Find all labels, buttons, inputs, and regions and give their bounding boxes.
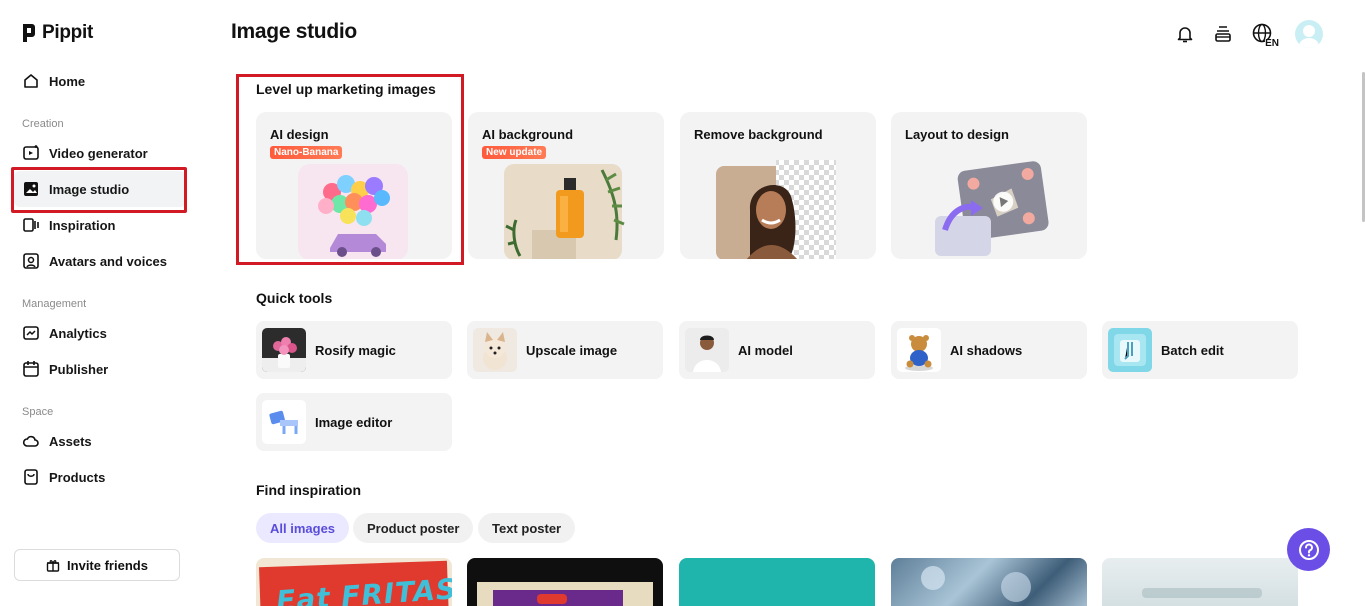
tile-horizon xyxy=(1142,588,1262,598)
cloud-icon xyxy=(22,435,39,447)
layout-design-image xyxy=(935,161,1049,256)
inspiration-tile[interactable]: Eat FRITAS! xyxy=(256,558,452,606)
app-logo[interactable]: Pippit xyxy=(22,22,93,44)
gift-icon xyxy=(46,560,60,572)
subscription-button[interactable] xyxy=(1211,22,1235,46)
tool-upscale-image[interactable]: Upscale image xyxy=(467,321,663,379)
badge-nano-banana: Nano-Banana xyxy=(270,146,343,159)
tool-label: AI model xyxy=(738,342,793,358)
tool-label: Image editor xyxy=(315,414,393,430)
quick-tools-heading: Quick tools xyxy=(256,290,333,306)
notifications-button[interactable] xyxy=(1173,22,1197,46)
inspiration-tile[interactable] xyxy=(891,558,1087,606)
invite-friends-label: Invite friends xyxy=(67,557,148,573)
home-icon xyxy=(24,74,38,88)
stack-icon xyxy=(1215,26,1231,42)
inspiration-tile[interactable] xyxy=(1102,558,1298,606)
filter-chip-text-poster[interactable]: Text poster xyxy=(478,513,576,543)
image-studio-icon xyxy=(24,182,38,196)
perfume-bottle-image xyxy=(504,164,625,259)
app-name: Pippit xyxy=(42,22,93,43)
bell-icon xyxy=(1177,27,1193,43)
tool-label: Rosify magic xyxy=(315,342,396,358)
tool-rosify-magic[interactable]: Rosify magic xyxy=(256,321,452,379)
sidebar-item-label: Analytics xyxy=(49,325,107,341)
marketing-heading: Level up marketing images xyxy=(256,81,436,97)
feature-card-ai-design[interactable]: AI design Nano-Banana xyxy=(256,112,452,259)
tool-ai-model[interactable]: AI model xyxy=(679,321,875,379)
feature-card-ai-background[interactable]: AI background New update xyxy=(468,112,664,259)
batch-edit-thumbnail xyxy=(1108,328,1152,372)
sidebar-item-products[interactable]: Products xyxy=(14,459,186,495)
avatar-voice-icon xyxy=(23,253,39,269)
tool-label: Upscale image xyxy=(526,342,618,358)
calendar-icon xyxy=(23,361,39,377)
sidebar-item-label: Avatars and voices xyxy=(49,253,168,269)
tool-image-editor[interactable]: Image editor xyxy=(256,393,452,451)
sidebar-item-video-generator[interactable]: Video generator xyxy=(14,135,186,171)
help-button[interactable] xyxy=(1287,528,1330,571)
sidebar: Pippit Home Creation Video generator Ima… xyxy=(0,0,200,606)
language-code: EN xyxy=(1265,38,1279,49)
invite-friends-button[interactable]: Invite friends xyxy=(14,549,180,581)
inspiration-icon xyxy=(23,218,39,232)
rosify-thumbnail xyxy=(262,328,306,372)
top-bar-actions: EN xyxy=(1173,20,1323,49)
feature-card-remove-background[interactable]: Remove background xyxy=(680,112,876,259)
filter-chip-product-poster[interactable]: Product poster xyxy=(353,513,474,543)
sidebar-item-analytics[interactable]: Analytics xyxy=(14,315,186,351)
section-label-management: Management xyxy=(22,298,87,310)
question-mark-icon xyxy=(1298,539,1319,560)
sidebar-item-label: Video generator xyxy=(49,145,148,161)
user-avatar[interactable] xyxy=(1295,20,1323,48)
video-generator-icon xyxy=(23,145,39,160)
language-selector[interactable]: EN xyxy=(1249,20,1279,49)
sidebar-item-label: Inspiration xyxy=(49,217,116,233)
sidebar-item-image-studio[interactable]: Image studio xyxy=(14,171,186,207)
sidebar-item-label: Products xyxy=(49,469,106,485)
woman-portrait-image xyxy=(716,160,836,259)
tool-label: Batch edit xyxy=(1161,342,1224,358)
tile-highlight xyxy=(921,566,945,590)
page-title: Image studio xyxy=(231,20,357,43)
sidebar-item-home[interactable]: Home xyxy=(14,63,186,99)
feature-card-title: AI background xyxy=(482,127,574,142)
tool-label: AI shadows xyxy=(950,342,1023,358)
tile-red-mark xyxy=(537,594,567,604)
section-label-space: Space xyxy=(22,406,54,418)
feature-card-title: Remove background xyxy=(694,127,823,142)
inspiration-tile[interactable] xyxy=(467,558,663,606)
feature-card-layout-to-design[interactable]: Layout to design xyxy=(891,112,1087,259)
image-editor-thumbnail xyxy=(262,400,306,444)
upscale-thumbnail xyxy=(473,328,517,372)
sidebar-item-avatars-voices[interactable]: Avatars and voices xyxy=(14,243,186,279)
section-label-creation: Creation xyxy=(22,118,64,130)
tool-ai-shadows[interactable]: AI shadows xyxy=(891,321,1087,379)
ai-model-thumbnail xyxy=(685,328,729,372)
tool-batch-edit[interactable]: Batch edit xyxy=(1102,321,1298,379)
inspiration-heading: Find inspiration xyxy=(256,482,361,498)
sidebar-item-label: Home xyxy=(49,73,86,89)
ai-shadows-thumbnail xyxy=(897,328,941,372)
badge-new-update: New update xyxy=(482,146,547,159)
feature-card-title: AI design xyxy=(270,127,329,142)
analytics-icon xyxy=(23,326,39,340)
inspiration-tile[interactable] xyxy=(679,558,875,606)
feature-card-title: Layout to design xyxy=(905,127,1009,142)
tile-highlight xyxy=(1001,572,1031,602)
sidebar-item-publisher[interactable]: Publisher xyxy=(14,351,186,387)
product-box-icon xyxy=(24,469,38,485)
filter-chip-all-images[interactable]: All images xyxy=(256,513,350,543)
sidebar-item-assets[interactable]: Assets xyxy=(14,423,186,459)
sidebar-item-label: Assets xyxy=(49,433,92,449)
sidebar-item-label: Publisher xyxy=(49,361,109,377)
sidebar-item-label: Image studio xyxy=(49,181,130,197)
balloon-car-image xyxy=(298,164,408,259)
sidebar-item-inspiration[interactable]: Inspiration xyxy=(14,207,186,243)
pippit-logo-icon xyxy=(23,24,35,42)
